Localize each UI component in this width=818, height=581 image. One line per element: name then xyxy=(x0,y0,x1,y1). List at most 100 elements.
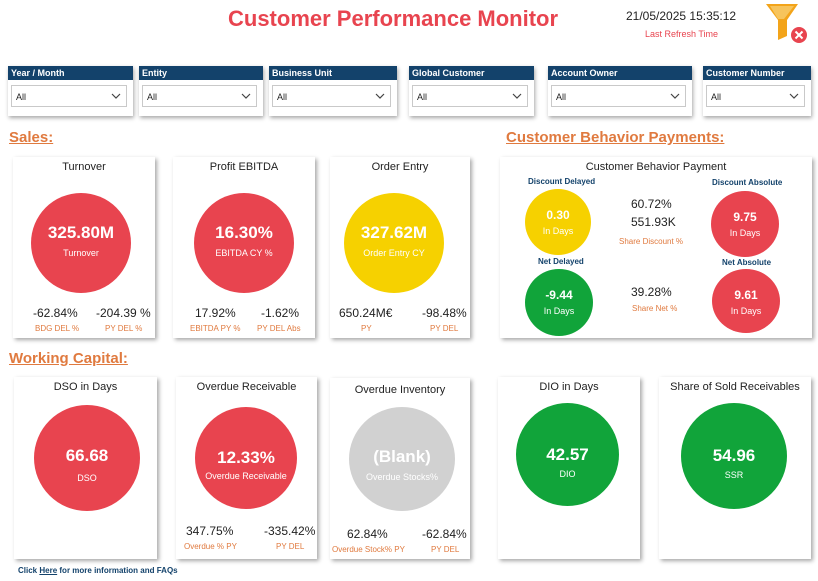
kpi-circle: 54.96 SSR xyxy=(681,403,787,509)
stat-value: 650.24M€ xyxy=(339,306,393,320)
stat-label: BDG DEL % xyxy=(35,324,80,333)
kpi-circle: 327.62M Order Entry CY xyxy=(344,193,444,293)
share-discount-pct: 60.72% xyxy=(631,197,672,211)
order-entry-card: Order Entry 327.62M Order Entry CY 650.2… xyxy=(330,157,470,338)
kpi-label: In Days xyxy=(729,228,761,238)
share-net-pct: 39.28% xyxy=(631,285,672,299)
filter-label: Global Customer xyxy=(409,66,534,80)
faq-link[interactable]: Here xyxy=(39,566,57,575)
filter-value: All xyxy=(147,92,158,102)
stat-value: -204.39 % xyxy=(96,306,151,320)
filter-dropdown[interactable]: All xyxy=(11,85,127,107)
kpi-value: 325.80M xyxy=(47,223,115,242)
filter-label: Year / Month xyxy=(8,66,133,80)
net-absolute-circle: 9.61 In Days xyxy=(712,269,780,333)
share-discount-label: Share Discount % xyxy=(619,237,684,246)
dso-card: DSO in Days 66.68 DSO xyxy=(14,377,157,559)
overdue-receivable-card: Overdue Receivable 12.33% Overdue Receiv… xyxy=(176,377,317,559)
discount-delayed-header: Discount Delayed xyxy=(528,177,596,186)
kpi-label: DSO xyxy=(77,473,97,483)
kpi-label: In Days xyxy=(542,226,574,236)
section-sales: Sales: xyxy=(9,129,54,146)
stat-value: -1.62% xyxy=(261,306,300,320)
share-net-label: Share Net % xyxy=(632,304,678,313)
kpi-value: -9.44 xyxy=(545,288,573,302)
kpi-circle: 325.80M Turnover xyxy=(31,193,131,293)
filter-account-owner: Account Owner All xyxy=(548,66,692,116)
clear-filters-funnel-icon[interactable] xyxy=(764,2,808,44)
kpi-label: Overdue Receivable xyxy=(205,471,287,481)
kpi-value: 54.96 xyxy=(712,446,756,465)
net-delayed-header: Net Delayed xyxy=(538,257,584,266)
kpi-circle: 16.30% EBITDA CY % xyxy=(194,193,294,293)
page-title: Customer Performance Monitor xyxy=(228,6,559,31)
filter-label: Account Owner xyxy=(548,66,692,80)
dio-card: DIO in Days 42.57 DIO xyxy=(498,377,640,559)
kpi-label: Turnover xyxy=(63,248,99,258)
stat-value: -62.84% xyxy=(422,527,467,541)
ssr-card: Share of Sold Receivables 54.96 SSR xyxy=(659,377,811,559)
kpi-label: SSR xyxy=(724,470,744,480)
card-title: Overdue Receivable xyxy=(196,381,297,393)
chevron-down-icon xyxy=(375,93,385,99)
kpi-circle: 12.33% Overdue Receivable xyxy=(195,407,297,509)
chevron-down-icon xyxy=(512,93,522,99)
filter-dropdown[interactable]: All xyxy=(706,85,805,107)
stat-value: -335.42% xyxy=(264,524,316,538)
overdue-inventory-card: Overdue Inventory (Blank) Overdue Stocks… xyxy=(330,378,470,559)
filter-dropdown[interactable]: All xyxy=(551,85,686,107)
kpi-circle: 66.68 DSO xyxy=(34,405,140,511)
filter-dropdown[interactable]: All xyxy=(142,85,257,107)
chevron-down-icon xyxy=(111,93,121,99)
last-refresh-datetime: 21/05/2025 15:35:12 xyxy=(626,9,737,23)
kpi-value: 66.68 xyxy=(65,446,109,465)
stat-label: PY DEL % xyxy=(105,324,143,333)
stat-label: Overdue % PY xyxy=(184,542,237,551)
filter-dropdown[interactable]: All xyxy=(412,85,528,107)
stat-value: -62.84% xyxy=(33,306,78,320)
filter-dropdown[interactable]: All xyxy=(272,85,391,107)
card-title: Turnover xyxy=(62,161,106,173)
card-title: Profit EBITDA xyxy=(209,161,279,173)
net-absolute-header: Net Absolute xyxy=(722,258,772,267)
section-customer-behavior: Customer Behavior Payments: xyxy=(506,129,725,146)
card-title: Overdue Inventory xyxy=(354,384,446,396)
chevron-down-icon xyxy=(241,93,251,99)
stat-label: EBITDA PY % xyxy=(190,324,241,333)
stat-value: 17.92% xyxy=(195,306,236,320)
kpi-value: 12.33% xyxy=(217,448,275,467)
stat-value: 347.75% xyxy=(186,524,234,538)
share-discount-amount: 551.93K xyxy=(631,215,676,229)
card-title: Order Entry xyxy=(371,161,429,173)
chevron-down-icon xyxy=(789,93,799,99)
discount-absolute-circle: 9.75 In Days xyxy=(711,191,779,257)
stat-label: PY DEL Abs xyxy=(257,324,301,333)
stat-label: PY DEL xyxy=(431,545,460,554)
filter-value: All xyxy=(16,92,27,102)
customer-behavior-card: Customer Behavior Payment Discount Delay… xyxy=(500,157,812,338)
profit-ebitda-card: Profit EBITDA 16.30% EBITDA CY % 17.92% … xyxy=(173,157,315,338)
filter-value: All xyxy=(711,92,722,102)
net-delayed-circle: -9.44 In Days xyxy=(525,269,593,336)
turnover-card: Turnover 325.80M Turnover -62.84% BDG DE… xyxy=(13,157,155,338)
kpi-label: DIO xyxy=(559,469,576,479)
stat-label: PY DEL xyxy=(430,324,459,333)
card-title: DIO in Days xyxy=(539,381,599,393)
kpi-value: 16.30% xyxy=(215,223,273,242)
chevron-down-icon xyxy=(670,93,680,99)
card-title: DSO in Days xyxy=(53,381,118,393)
stat-value: -98.48% xyxy=(422,306,467,320)
kpi-label: In Days xyxy=(730,306,762,316)
filter-business-unit: Business Unit All xyxy=(269,66,397,116)
discount-absolute-header: Discount Absolute xyxy=(712,178,783,187)
kpi-value: 9.61 xyxy=(734,288,758,302)
filter-value: All xyxy=(417,92,428,102)
kpi-value: 9.75 xyxy=(733,210,757,224)
kpi-label: EBITDA CY % xyxy=(215,248,273,258)
kpi-value: (Blank) xyxy=(373,447,431,466)
filter-year-month: Year / Month All xyxy=(8,66,133,116)
stat-value: 62.84% xyxy=(347,527,388,541)
kpi-label: Overdue Stocks% xyxy=(365,472,439,482)
kpi-label: Order Entry CY xyxy=(363,248,425,258)
filter-value: All xyxy=(277,92,288,102)
